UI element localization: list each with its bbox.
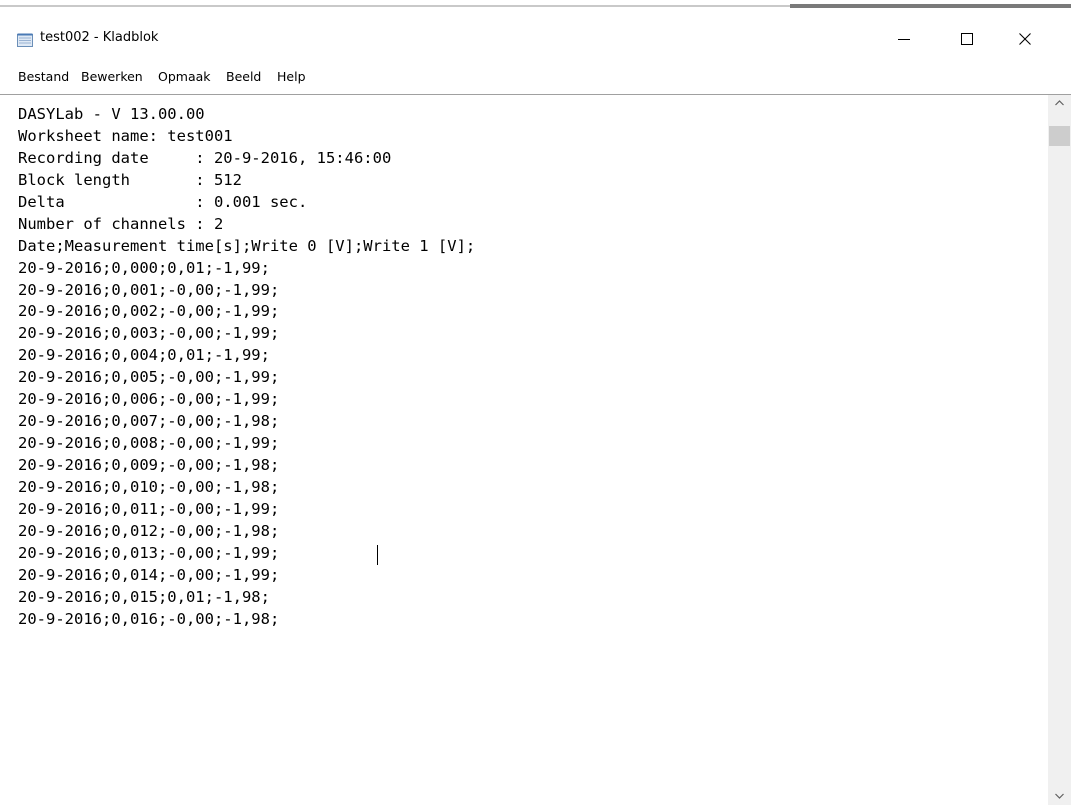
text-line: Date;Measurement time[s];Write 0 [V];Wri…: [18, 236, 476, 255]
text-line: 20-9-2016;0,000;0,01;-1,99;: [18, 258, 270, 277]
text-line: 20-9-2016;0,011;-0,00;-1,99;: [18, 499, 280, 518]
menu-help[interactable]: Help: [277, 69, 306, 84]
text-caret: [377, 545, 378, 565]
background-window-edge: [0, 5, 790, 7]
text-line: 20-9-2016;0,009;-0,00;-1,98;: [18, 456, 280, 474]
text-line: 20-9-2016;0,004;0,01;-1,99;: [18, 346, 270, 365]
title-bar[interactable]: test002 - Kladblok: [0, 8, 1071, 68]
text-line: 20-9-2016;0,012;-0,00;-1,98;: [18, 521, 280, 540]
menu-bewerken[interactable]: Bewerken: [81, 69, 143, 84]
text-line: 20-9-2016;0,013;-0,00;-1,99;: [18, 543, 280, 562]
text-line: 20-9-2016;0,001;-0,00;-1,99;: [18, 280, 280, 299]
text-line: Worksheet name: test001: [18, 126, 233, 145]
text-line: Delta : 0.001 sec.: [18, 192, 308, 211]
menu-bar: Bestand Bewerken Opmaak Beeld Help: [0, 66, 1071, 90]
menu-bestand[interactable]: Bestand: [18, 69, 69, 84]
maximize-button[interactable]: [944, 16, 990, 60]
text-line: 20-9-2016;0,006;-0,00;-1,99;: [18, 390, 280, 409]
text-line: 20-9-2016;0,003;-0,00;-1,99;: [18, 324, 280, 343]
text-line: 20-9-2016;0,015;0,01;-1,98;: [18, 587, 270, 606]
close-button[interactable]: [1002, 16, 1048, 60]
text-line: 20-9-2016;0,007;-0,00;-1,98;: [18, 412, 280, 431]
text-line: DASYLab - V 13.00.00: [18, 105, 205, 123]
text-line: 20-9-2016;0,010;-0,00;-1,98;: [18, 477, 280, 496]
text-editor[interactable]: DASYLab - V 13.00.00 Worksheet name: test…: [0, 95, 1048, 805]
text-line: Block length : 512: [18, 170, 242, 189]
scroll-up-button[interactable]: [1048, 95, 1071, 112]
notepad-window: test002 - Kladblok Bestand Bewerken Opma…: [0, 0, 1071, 805]
text-line: 20-9-2016;0,014;-0,00;-1,99;: [18, 565, 280, 584]
scrollbar-thumb[interactable]: [1049, 126, 1070, 146]
text-line: Recording date : 20-9-2016, 15:46:00: [18, 148, 392, 167]
minimize-button[interactable]: [881, 16, 927, 60]
menu-opmaak[interactable]: Opmaak: [158, 69, 211, 84]
editor-lines: DASYLab - V 13.00.00 Worksheet name: test…: [18, 104, 475, 631]
vertical-scrollbar[interactable]: [1048, 95, 1071, 805]
text-line: 20-9-2016;0,005;-0,00;-1,99;: [18, 368, 280, 387]
window-top-edge: [0, 0, 1071, 8]
menu-beeld[interactable]: Beeld: [226, 69, 261, 84]
text-line: 20-9-2016;0,002;-0,00;-1,99;: [18, 302, 280, 321]
scroll-down-button[interactable]: [1048, 788, 1071, 805]
window-title: test002 - Kladblok: [40, 30, 159, 45]
notepad-icon: [17, 32, 33, 47]
text-line: Number of channels : 2: [18, 214, 224, 233]
text-line: 20-9-2016;0,008;-0,00;-1,99;: [18, 434, 280, 453]
text-line: 20-9-2016;0,016;-0,00;-1,98;: [18, 609, 280, 628]
